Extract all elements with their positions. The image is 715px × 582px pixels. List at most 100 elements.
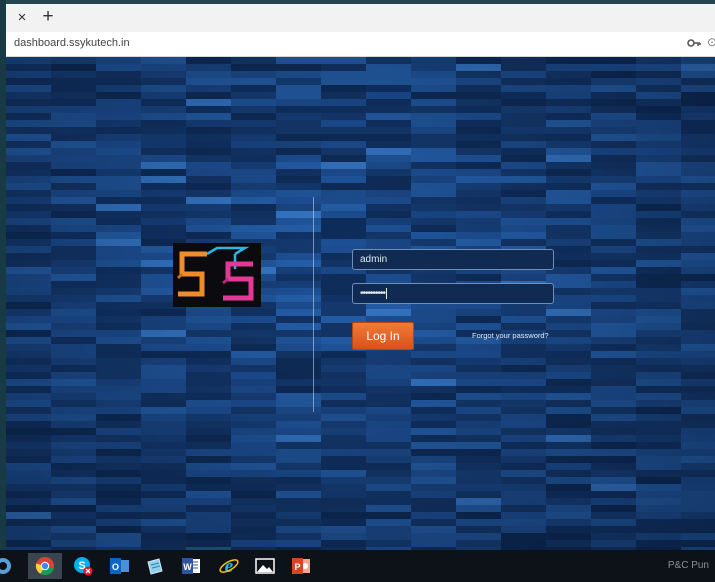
mosaic-tile — [456, 141, 501, 148]
mosaic-tile — [186, 449, 231, 456]
partial-app-icon[interactable] — [0, 553, 20, 579]
mosaic-tile — [546, 372, 591, 379]
key-icon[interactable] — [687, 37, 701, 49]
mosaic-tile — [546, 316, 591, 323]
mosaic-tile — [186, 99, 231, 106]
mosaic-tile — [546, 190, 591, 197]
word-icon[interactable]: W — [174, 553, 208, 579]
mosaic-tile — [636, 449, 681, 456]
mosaic-tile — [231, 57, 276, 64]
mosaic-tile — [321, 477, 366, 484]
internet-explorer-icon[interactable]: e — [212, 553, 246, 579]
mosaic-tile — [546, 407, 591, 414]
browser-menu-icon[interactable]: ⊙ — [707, 35, 715, 49]
mosaic-tile — [6, 295, 51, 302]
mosaic-tile — [51, 484, 96, 491]
mosaic-tile — [231, 204, 276, 211]
mosaic-tile — [546, 113, 591, 120]
mosaic-tile — [6, 85, 51, 92]
mosaic-tile — [636, 463, 681, 470]
mosaic-tile — [591, 71, 636, 78]
mosaic-tile — [636, 211, 681, 218]
mosaic-tile — [321, 540, 366, 547]
mosaic-tile — [141, 330, 186, 337]
mosaic-tile — [6, 183, 51, 190]
mosaic-tile — [681, 134, 715, 141]
mosaic-tile — [681, 491, 715, 498]
mosaic-tile — [141, 414, 186, 421]
mosaic-tile — [636, 246, 681, 253]
mosaic-tile — [636, 239, 681, 246]
mosaic-tile — [636, 414, 681, 421]
notepad-icon[interactable] — [138, 553, 172, 579]
mosaic-tile — [321, 169, 366, 176]
password-input[interactable]: •••••••••• — [352, 283, 554, 304]
mosaic-tile — [366, 407, 411, 414]
url-text[interactable]: dashboard.ssykutech.in — [14, 37, 130, 49]
mosaic-tile — [51, 470, 96, 477]
login-button[interactable]: Log In — [352, 322, 414, 350]
mosaic-tile — [51, 232, 96, 239]
close-tab-icon[interactable]: × — [12, 8, 32, 28]
mosaic-tile — [321, 393, 366, 400]
mosaic-tile — [456, 204, 501, 211]
mosaic-tile — [231, 428, 276, 435]
mosaic-tile — [591, 274, 636, 281]
address-bar[interactable]: dashboard.ssykutech.in ⊙ — [6, 32, 715, 57]
mosaic-tile — [186, 463, 231, 470]
new-tab-icon[interactable]: + — [38, 7, 58, 27]
mosaic-tile — [231, 190, 276, 197]
mosaic-tile — [636, 477, 681, 484]
mosaic-tile — [6, 218, 51, 225]
mosaic-tile — [546, 456, 591, 463]
mosaic-tile — [366, 155, 411, 162]
skype-icon[interactable]: S — [66, 553, 100, 579]
mosaic-tile — [51, 477, 96, 484]
mosaic-tile — [231, 400, 276, 407]
mosaic-tile — [51, 106, 96, 113]
forgot-password-link[interactable]: Forgot your password? — [472, 331, 549, 340]
mosaic-tile — [636, 351, 681, 358]
mosaic-tile — [501, 351, 546, 358]
mosaic-tile — [6, 344, 51, 351]
mosaic-tile — [321, 176, 366, 183]
mosaic-tile — [276, 407, 321, 414]
outlook-icon[interactable]: O — [102, 553, 136, 579]
mosaic-tile — [366, 57, 411, 64]
mosaic-tile — [276, 323, 321, 330]
photos-icon[interactable] — [248, 553, 282, 579]
mosaic-tile — [366, 78, 411, 85]
chrome-icon[interactable] — [28, 553, 62, 579]
username-value: admin — [360, 254, 388, 265]
mosaic-tile — [276, 106, 321, 113]
mosaic-tile — [186, 127, 231, 134]
mosaic-tile — [51, 393, 96, 400]
mosaic-tile — [456, 323, 501, 330]
mosaic-tile — [96, 232, 141, 239]
mosaic-tile — [591, 267, 636, 274]
mosaic-tile — [411, 337, 456, 344]
mosaic-tile — [276, 351, 321, 358]
mosaic-tile — [411, 365, 456, 372]
mosaic-tile — [276, 274, 321, 281]
mosaic-tile — [546, 323, 591, 330]
mosaic-tile — [456, 351, 501, 358]
mosaic-tile — [276, 386, 321, 393]
mosaic-tile — [501, 414, 546, 421]
mosaic-tile — [501, 379, 546, 386]
powerpoint-icon[interactable]: P — [284, 553, 318, 579]
mosaic-tile — [276, 505, 321, 512]
mosaic-tile — [366, 505, 411, 512]
mosaic-tile — [366, 134, 411, 141]
mosaic-tile — [141, 365, 186, 372]
mosaic-tile — [411, 183, 456, 190]
mosaic-tile — [141, 113, 186, 120]
username-input[interactable]: admin — [352, 249, 554, 270]
mosaic-tile — [546, 309, 591, 316]
mosaic-tile — [681, 421, 715, 428]
mosaic-tile — [456, 344, 501, 351]
mosaic-tile — [636, 57, 681, 64]
mosaic-tile — [366, 127, 411, 134]
mosaic-tile — [141, 120, 186, 127]
mosaic-tile — [591, 533, 636, 540]
